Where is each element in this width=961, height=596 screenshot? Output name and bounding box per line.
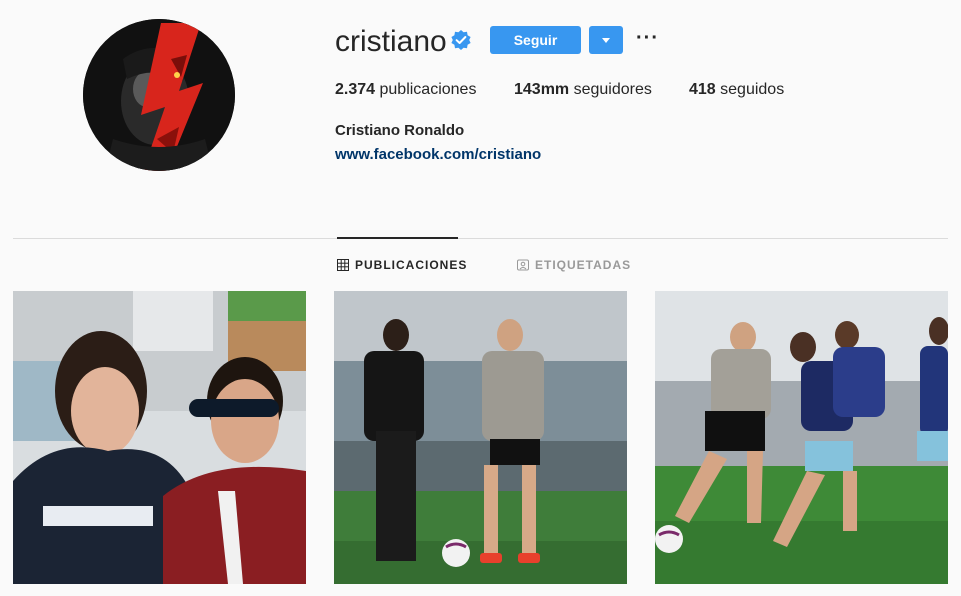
post-thumbnail[interactable] [655,291,948,584]
followers-label: seguidores [569,81,652,98]
post-thumbnail[interactable] [334,291,627,584]
posts-label: publicaciones [375,81,477,98]
more-options-icon[interactable]: ··· [636,28,659,48]
active-tab-indicator [337,237,458,239]
tagged-icon [517,259,529,271]
tab-posts-label: PUBLICACIONES [355,258,468,272]
tabs-divider [13,238,948,239]
follow-button[interactable]: Seguir [490,26,581,54]
followers-count: 143mm [514,81,570,98]
post-image-selfie [13,291,306,584]
following-stat[interactable]: 418 seguidos [689,80,784,100]
tab-tagged-label: ETIQUETADAS [535,258,632,272]
following-label: seguidos [715,81,785,98]
profile-full-name: Cristiano Ronaldo [335,122,465,139]
followers-stat[interactable]: 143mm seguidores [514,80,652,100]
profile-avatar[interactable] [83,19,235,171]
profile-username: cristiano [335,25,447,58]
post-thumbnail[interactable] [13,291,306,584]
profile-website-link[interactable]: www.facebook.com/cristiano [335,145,541,165]
posts-stat[interactable]: 2.374 publicaciones [335,80,476,100]
tab-posts[interactable]: PUBLICACIONES [337,258,467,272]
avatar-image [83,19,235,171]
posts-count: 2.374 [335,81,376,98]
grid-icon [337,259,349,271]
tab-tagged[interactable]: ETIQUETADAS [517,258,631,272]
verified-badge-icon [451,30,471,50]
post-image-match [655,291,948,584]
suggestions-dropdown-button[interactable] [589,26,623,54]
following-count: 418 [689,81,716,98]
post-image-training [334,291,627,584]
